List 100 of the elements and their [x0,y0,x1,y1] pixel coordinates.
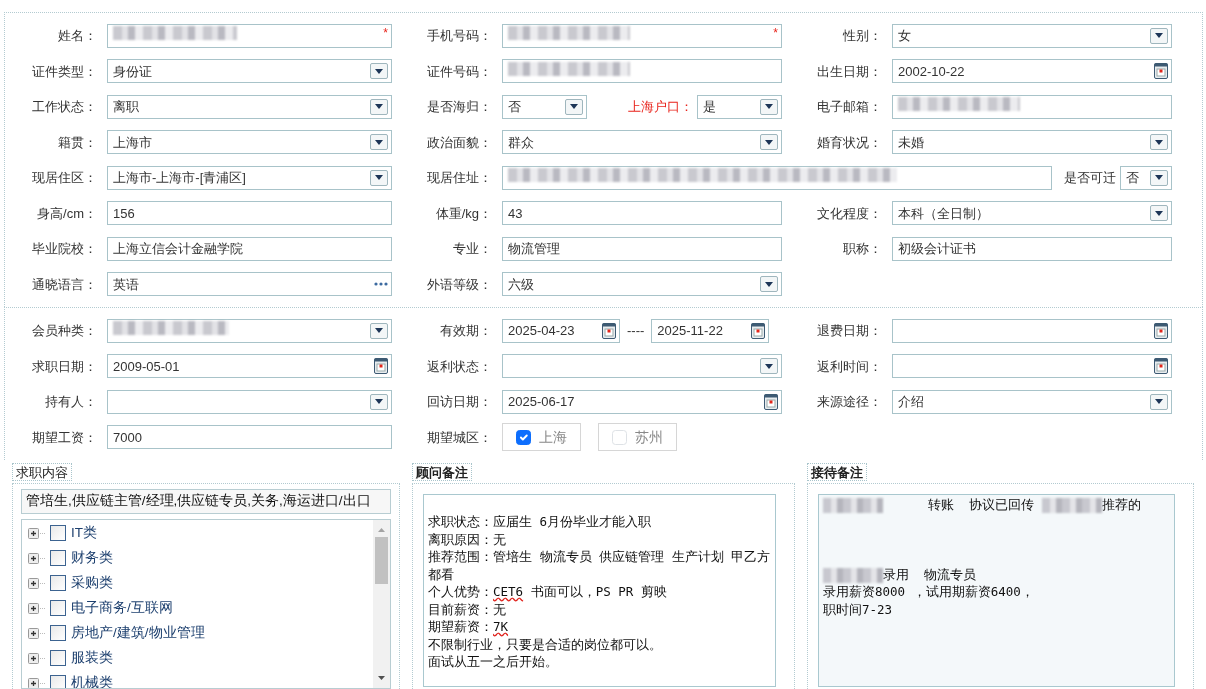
tree-item-label[interactable]: IT类 [71,522,97,544]
dropdown-icon[interactable] [1150,169,1168,186]
dropdown-icon[interactable] [370,134,388,151]
expand-icon[interactable] [28,602,46,614]
date-field[interactable] [892,318,1172,343]
text-field[interactable]: 物流管理 [502,236,782,261]
expand-icon[interactable] [28,627,46,639]
select-field[interactable]: 上海市 [107,130,392,155]
dropdown-icon[interactable] [760,358,778,375]
checkbox[interactable] [516,429,531,445]
field-label: 有效期： [439,322,492,340]
select-field[interactable] [107,318,392,343]
tree-item-label[interactable]: 财务类 [71,547,113,569]
field-label: 婚育状况： [816,133,882,152]
select-field[interactable]: 上海市-上海市-[青浦区] [107,165,392,190]
field-label: 求职日期： [31,357,97,376]
calendar-icon[interactable] [374,358,388,375]
date-field[interactable]: 2025-06-17 [502,389,782,414]
calendar-icon[interactable] [764,393,778,410]
misspelled-word: CET6 [493,584,524,599]
text-field[interactable]: * [107,23,392,48]
text-field[interactable]: 156 [107,201,392,226]
expand-icon[interactable] [28,552,46,564]
tree-item-label[interactable]: 房地产/建筑/物业管理 [71,622,205,644]
checkbox[interactable] [50,600,66,616]
text-field[interactable]: 43 [502,201,782,226]
select-field[interactable]: 介绍 [892,389,1172,414]
dropdown-icon[interactable] [370,322,388,339]
select-field[interactable]: 六级 [502,272,782,297]
select-field[interactable] [107,389,392,414]
checkbox[interactable] [50,675,66,688]
city-option[interactable]: 上海 [502,423,581,452]
date-field[interactable]: 2002-10-22 [892,59,1172,84]
select-field[interactable]: 女 [892,23,1172,48]
select-field[interactable]: 未婚 [892,130,1172,155]
calendar-icon[interactable] [751,322,766,339]
selection-field[interactable]: 管培生,供应链主管/经理,供应链专员,关务,海运进口/出口 [21,488,391,514]
option-label: 上海 [539,427,567,447]
calendar-icon[interactable] [1154,358,1168,375]
more-icon[interactable] [374,281,388,288]
field-label: 持有人： [44,393,97,411]
dropdown-icon[interactable] [1150,205,1168,222]
expand-icon[interactable] [28,677,46,688]
select-field[interactable]: 否 [502,94,587,119]
select-field[interactable]: 本科（全日制） [892,201,1172,226]
expand-icon[interactable] [28,527,46,539]
field-label: 姓名： [57,27,97,45]
field-label: 期望城区： [426,428,492,447]
select-field[interactable]: 身份证 [107,59,392,84]
dropdown-icon[interactable] [370,63,388,80]
dropdown-icon[interactable] [760,276,778,293]
text-field[interactable] [502,59,782,84]
field-label: 性别： [842,27,882,45]
field-label: 政治面貌： [426,133,492,152]
dropdown-icon[interactable] [760,134,778,151]
expand-icon[interactable] [28,577,46,589]
dropdown-icon[interactable] [760,98,778,115]
calendar-icon[interactable] [1154,63,1168,80]
note-field[interactable]: 转账 协议已回传 推荐的 录用 物流专员 录用薪资8000 ，试用期薪资6400， 职时间7-23 [818,493,1175,687]
required-mark: * [383,24,388,42]
select-field[interactable]: 否 [1120,165,1172,190]
city-option[interactable]: 苏州 [598,423,677,452]
text-field[interactable]: 上海立信会计金融学院 [107,236,392,261]
select-field[interactable]: 离职 [107,94,392,119]
dropdown-icon[interactable] [565,98,583,115]
dropdown-icon[interactable] [370,393,388,410]
tree-item-label[interactable]: 服装类 [71,647,113,669]
note-field[interactable]: 求职状态：应届生 6月份毕业才能入职 离职原因：无 推荐范围：管培生 物流专员 供应链管理 生产计划 甲乙方都看 个人优势：CET6 书面可以，PS PR 剪映 目前薪资：无 期望薪资：7K 不限制行业，只要是合适的岗位都可以。 面试从五一之后开始。 [423,493,776,687]
text-field[interactable] [502,165,1052,190]
text-field[interactable] [892,94,1172,119]
checkbox[interactable] [50,575,66,591]
dropdown-icon[interactable] [1150,393,1168,410]
date-field[interactable]: 2025-11-22 [651,318,770,343]
calendar-icon[interactable] [1154,322,1168,339]
select-field[interactable]: 是 [697,94,782,119]
date-field[interactable]: 2009-05-01 [107,354,392,379]
text-field[interactable]: 初级会计证书 [892,236,1172,261]
date-field[interactable] [892,354,1172,379]
tree-item-label[interactable]: 采购类 [71,572,113,594]
dropdown-icon[interactable] [370,98,388,115]
field-label: 工作状态： [31,98,97,116]
text-field[interactable]: 7000 [107,425,392,450]
select-field[interactable]: 群众 [502,130,782,155]
dropdown-icon[interactable] [1150,134,1168,151]
dropdown-icon[interactable] [1150,27,1168,44]
checkbox[interactable] [50,625,66,641]
scrollbar[interactable] [373,519,390,688]
checkbox[interactable] [50,650,66,666]
field-label: 证件号码： [426,62,492,81]
text-field[interactable]: * [502,23,782,48]
checkbox[interactable] [50,525,66,541]
field-label: 外语等级： [426,275,492,294]
expand-icon[interactable] [28,652,46,664]
lookup-field[interactable]: 英语 [107,272,392,297]
date-field[interactable]: 2025-04-23 [502,318,620,343]
dropdown-icon[interactable] [370,169,388,186]
calendar-icon[interactable] [602,322,616,339]
select-field[interactable] [502,354,782,379]
tree-item-label[interactable]: 电子商务/互联网 [71,597,173,619]
checkbox[interactable] [50,550,66,566]
